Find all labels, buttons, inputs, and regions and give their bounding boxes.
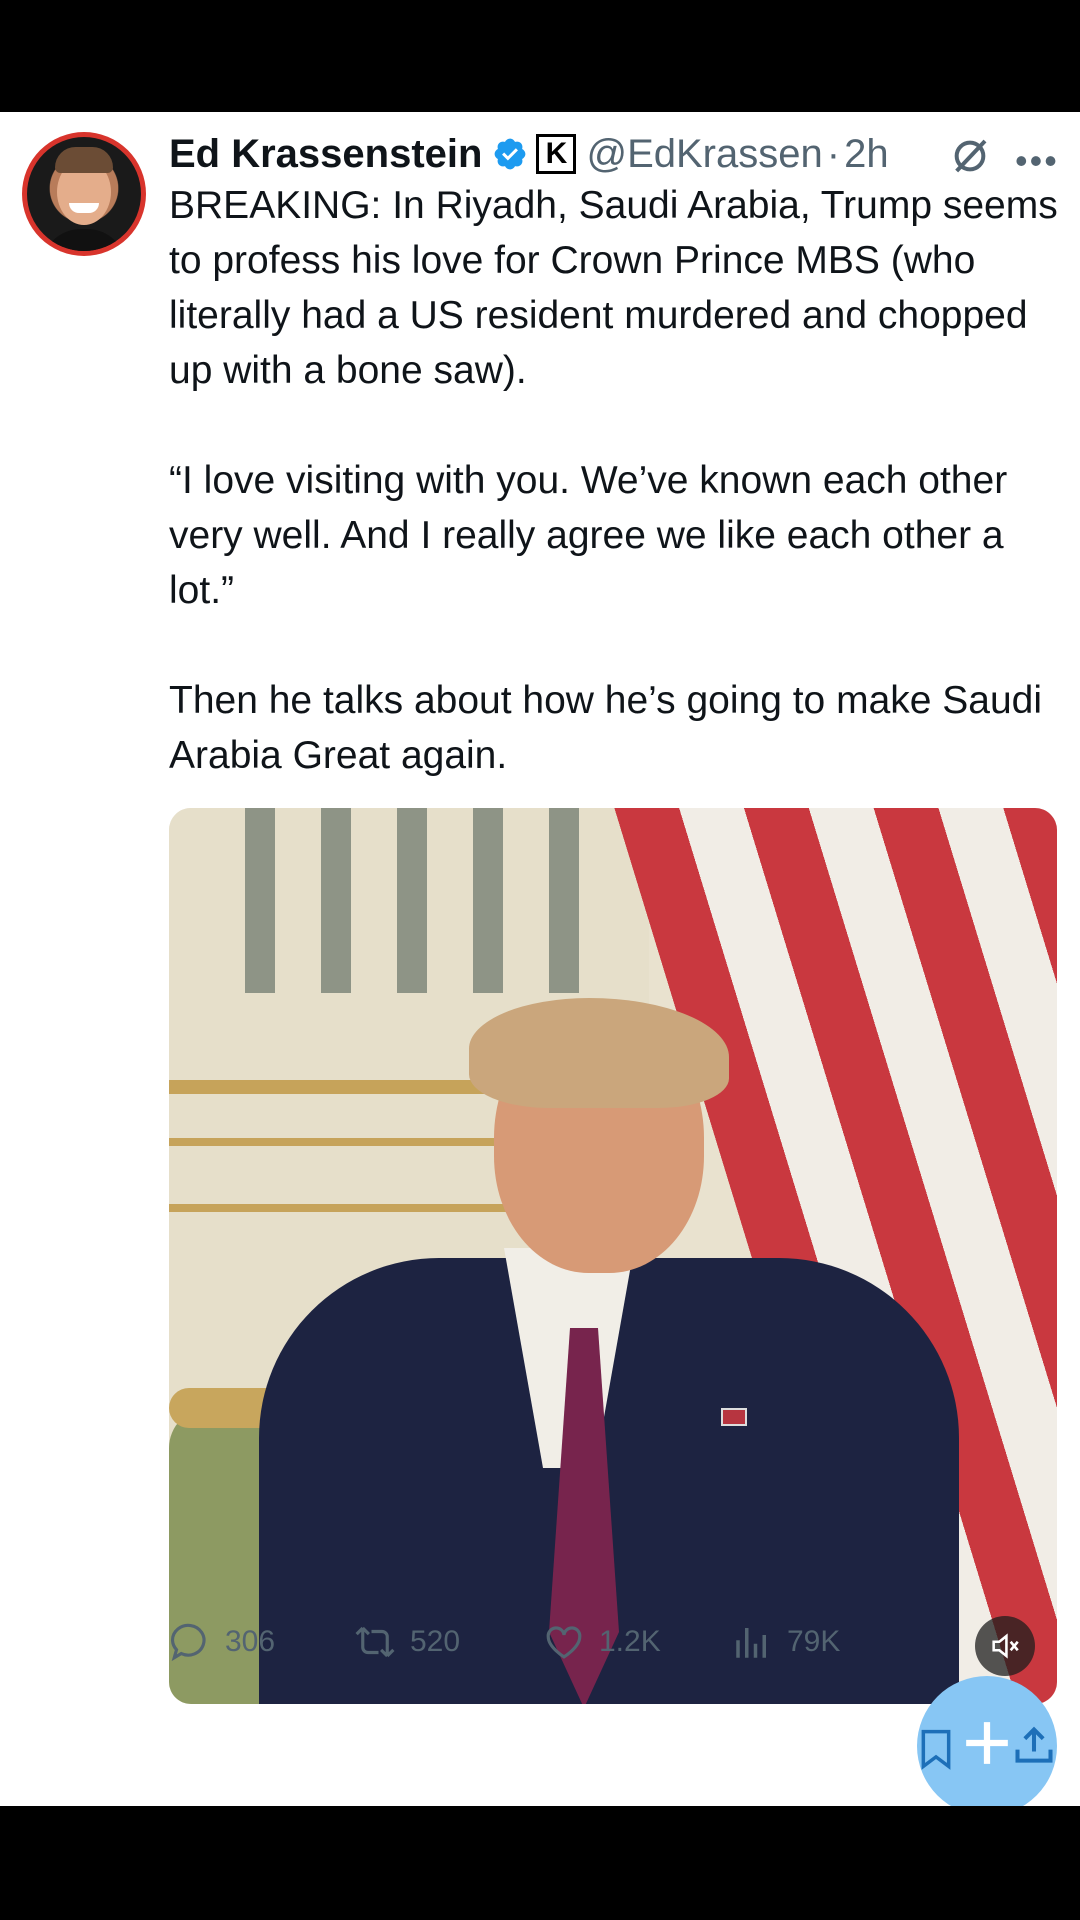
tweet-video[interactable] [169, 808, 1057, 1704]
compose-plus-icon[interactable] [962, 1718, 1012, 1768]
bookmark-icon[interactable] [917, 1728, 955, 1770]
views-icon [736, 1628, 766, 1658]
verified-badge-icon [495, 138, 526, 170]
header-separator: · [826, 131, 841, 176]
tweet-paragraph: BREAKING: In Riyadh, Saudi Arabia, Trump… [169, 184, 1058, 392]
views-button[interactable]: 79K [731, 1610, 840, 1674]
tweet[interactable]: Ed Krassenstein K @EdKrassen · 2h ••• BR… [0, 112, 1080, 1806]
tweet-header: Ed Krassenstein K @EdKrassen · 2h [169, 124, 1069, 184]
views-count: 79K [787, 1625, 841, 1658]
reply-icon [170, 1623, 206, 1662]
reply-button[interactable]: 306 [169, 1610, 275, 1674]
tweet-paragraph: Then he talks about how he’s going to ma… [169, 679, 1043, 777]
like-icon [546, 1626, 582, 1659]
like-count: 1.2K [599, 1625, 661, 1658]
tweet-time[interactable]: 2h [844, 132, 889, 177]
repost-icon [355, 1626, 395, 1658]
like-button[interactable]: 1.2K [543, 1610, 661, 1674]
reply-count: 306 [225, 1625, 276, 1658]
repost-button[interactable]: 520 [354, 1610, 460, 1674]
share-icon[interactable] [1012, 1724, 1056, 1768]
flag-pin [721, 1408, 747, 1426]
repost-count: 520 [410, 1625, 461, 1658]
author-handle[interactable]: @EdKrassen [586, 132, 822, 177]
tweet-text: BREAKING: In Riyadh, Saudi Arabia, Trump… [169, 178, 1069, 783]
author-name[interactable]: Ed Krassenstein [169, 132, 482, 177]
grok-icon[interactable] [950, 136, 990, 176]
avatar[interactable] [22, 132, 146, 256]
more-icon[interactable]: ••• [1015, 140, 1059, 182]
tweet-actions: 306 520 1.2K 79K [169, 1610, 1049, 1674]
affiliate-badge[interactable]: K [536, 134, 577, 174]
system-nav-bar [0, 1806, 1080, 1920]
tweet-paragraph: “I love visiting with you. We’ve known e… [169, 459, 1008, 612]
status-bar [0, 0, 1080, 112]
